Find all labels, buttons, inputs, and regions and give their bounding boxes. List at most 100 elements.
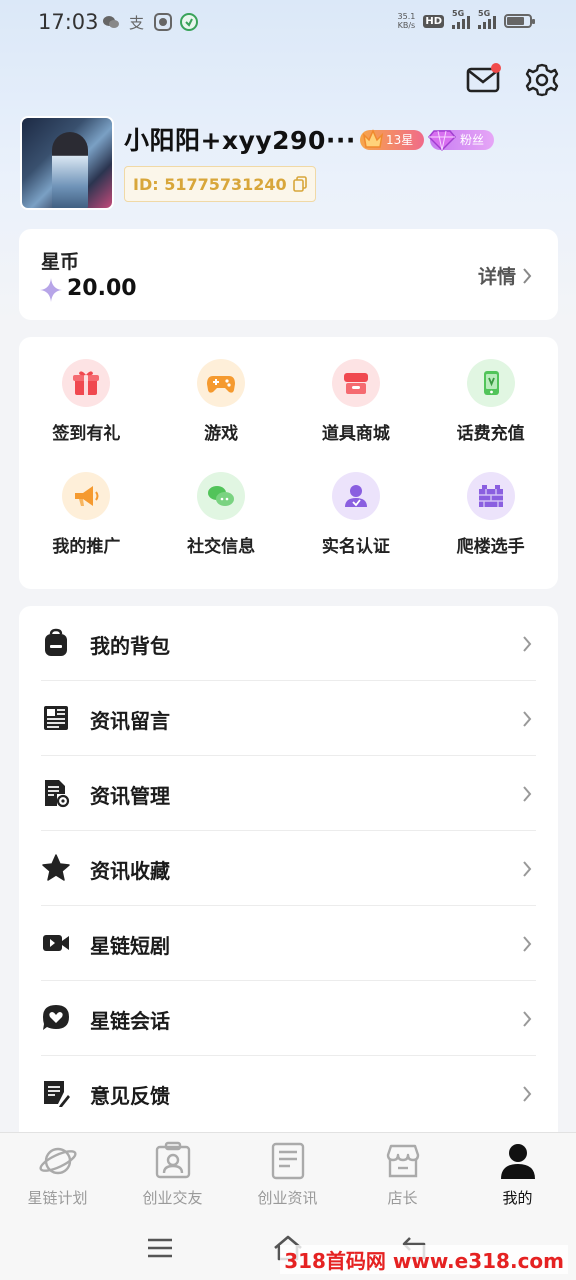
chevron-right-icon [523,786,532,802]
doc-settings-icon [45,780,70,808]
bottom-nav: 星链计划 创业交友 创业资讯 店长 我的 [0,1132,576,1216]
person-icon [500,1144,535,1179]
nav-make-friends[interactable]: 创业交友 [115,1141,230,1208]
feature-recharge[interactable]: 话费充值 [423,359,558,444]
chevron-right-icon [523,936,532,952]
chevron-right-icon [523,1011,532,1027]
gamepad-icon [197,359,246,407]
menu-item-news-comments[interactable]: 资讯留言 [19,681,558,756]
feature-grid-card: 签到有礼 游戏 道具商城 话费充值 我的推广 社交信息 实名认证 爬楼选手 [19,337,558,589]
nav-store-manager[interactable]: 店长 [345,1141,460,1208]
feature-label: 话费充值 [456,424,525,444]
chevron-right-icon [523,1086,532,1102]
menu-label: 星链短剧 [90,934,170,958]
menu-label: 资讯留言 [90,709,170,733]
alipay-icon: 支 [128,13,146,32]
nav-label: 我的 [502,1189,533,1207]
feature-label: 我的推广 [52,537,121,557]
newspaper-icon [271,1142,304,1180]
battery-icon [504,14,535,28]
crown-icon [362,129,384,148]
fans-badge: 粉丝 [428,130,494,152]
feature-label: 签到有礼 [52,424,121,444]
svg-text:支: 支 [129,14,144,31]
menu-label: 星链会话 [90,1009,170,1033]
menu-list: 我的背包 资讯留言 资讯管理 资讯收藏 星链短剧 星链会话 意见反馈 [19,606,558,1146]
nav-label: 创业交友 [142,1189,203,1207]
menu-item-conversation[interactable]: 星链会话 [19,981,558,1056]
coin-card[interactable]: 星币 20.00 详情 [19,229,558,320]
feature-promotion[interactable]: 我的推广 [19,472,154,557]
nav-label: 创业资讯 [257,1189,318,1207]
system-status-icons: 35.1 KB/s HD 5G 5G [398,9,535,30]
level-badge: 13星 [360,129,424,150]
notification-dot [491,63,501,73]
sparkle-icon [40,278,62,302]
nav-label: 星链计划 [27,1189,88,1207]
network-type-2: 5G [478,9,491,18]
menu-label: 资讯收藏 [90,859,170,883]
username: 小阳阳+xyy290··· [124,126,356,155]
fans-badge-label: 粉丝 [460,133,485,147]
feature-sign-in[interactable]: 签到有礼 [19,359,154,444]
network-type-1: 5G [452,9,465,18]
watermark: 318首码网 www.e318.com [280,1245,568,1274]
menu-item-news-favorites[interactable]: 资讯收藏 [19,831,558,906]
menu-label: 我的背包 [90,634,170,658]
wechat-icon [102,13,120,31]
feature-verify[interactable]: 实名认证 [289,472,424,557]
feature-game[interactable]: 游戏 [154,359,289,444]
app-notification-icon-2 [180,13,198,31]
menu-item-short-drama[interactable]: 星链短剧 [19,906,558,981]
nav-mine[interactable]: 我的 [460,1141,575,1208]
net-speed-unit: KB/s [397,21,416,30]
net-speed: 35.1 KB/s [398,12,416,30]
menu-item-backpack[interactable]: 我的背包 [19,606,558,681]
menu-item-feedback[interactable]: 意见反馈 [19,1056,558,1131]
feature-shop[interactable]: 道具商城 [289,359,424,444]
coin-title: 星币 [41,251,80,273]
feature-climber[interactable]: 爬楼选手 [423,472,558,557]
phone-icon [466,359,515,407]
nav-star-plan[interactable]: 星链计划 [0,1141,115,1208]
level-badge-label: 13星 [386,133,414,147]
watermark-url: www.e318.com [392,1249,564,1273]
video-icon [43,935,69,951]
feature-label: 实名认证 [321,537,390,557]
gift-icon [62,359,111,407]
feature-label: 道具商城 [321,424,390,444]
nav-business-news[interactable]: 创业资讯 [230,1141,345,1208]
coin-detail-link[interactable]: 详情 [478,262,532,289]
megaphone-icon [62,472,111,520]
app-notification-icon [154,13,172,31]
planet-icon [38,1147,77,1175]
watermark-brand: 318首码网 [284,1249,386,1273]
status-bar: 17:03 支 35.1 KB/s HD 5G 5G [0,0,576,46]
menu-icon[interactable] [144,1232,176,1264]
menu-item-news-manage[interactable]: 资讯管理 [19,756,558,831]
chevron-right-icon [523,861,532,877]
star-icon [42,854,70,881]
menu-label: 意见反馈 [90,1084,170,1108]
wall-icon [466,472,515,520]
gear-icon[interactable] [524,62,560,98]
status-time: 17:03 [38,10,99,34]
feedback-icon [44,1081,70,1107]
user-id-box[interactable]: ID: 51775731240 [124,166,316,202]
notification-icons: 支 [102,13,198,32]
coin-detail-label: 详情 [477,266,516,288]
nav-label: 店长 [387,1189,418,1207]
chat-icon [197,472,246,520]
profile-card-icon [155,1141,190,1179]
hd-badge: HD [423,14,444,28]
shop-icon [331,359,380,407]
copy-icon[interactable] [292,176,307,192]
feature-label: 游戏 [204,424,239,444]
avatar[interactable] [20,116,114,210]
diamond-icon [428,130,456,152]
store-icon [386,1144,419,1178]
feature-social[interactable]: 社交信息 [154,472,289,557]
user-verify-icon [331,472,380,520]
chevron-right-icon [523,636,532,652]
chevron-right-icon [523,267,532,284]
